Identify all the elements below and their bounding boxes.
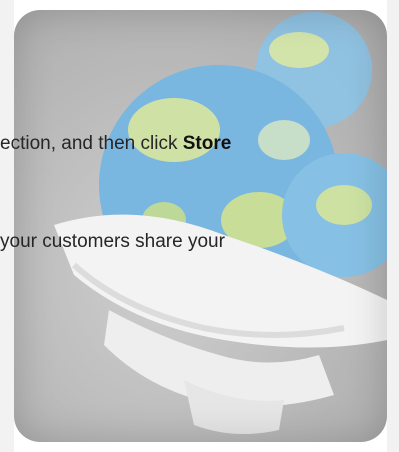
instruction-line-1-text: ection, and then click xyxy=(0,133,183,154)
help-article-view: ection, and then click Store your custom… xyxy=(0,0,399,452)
feature-illustration-card xyxy=(14,10,387,442)
instruction-line-2: your customers share your xyxy=(0,231,225,252)
page-gutter-left xyxy=(0,0,14,452)
store-link-label: Store xyxy=(182,133,232,154)
card-shade xyxy=(14,10,387,442)
page-gutter-right xyxy=(387,0,399,452)
instruction-line-1: ection, and then click Store xyxy=(0,132,231,156)
